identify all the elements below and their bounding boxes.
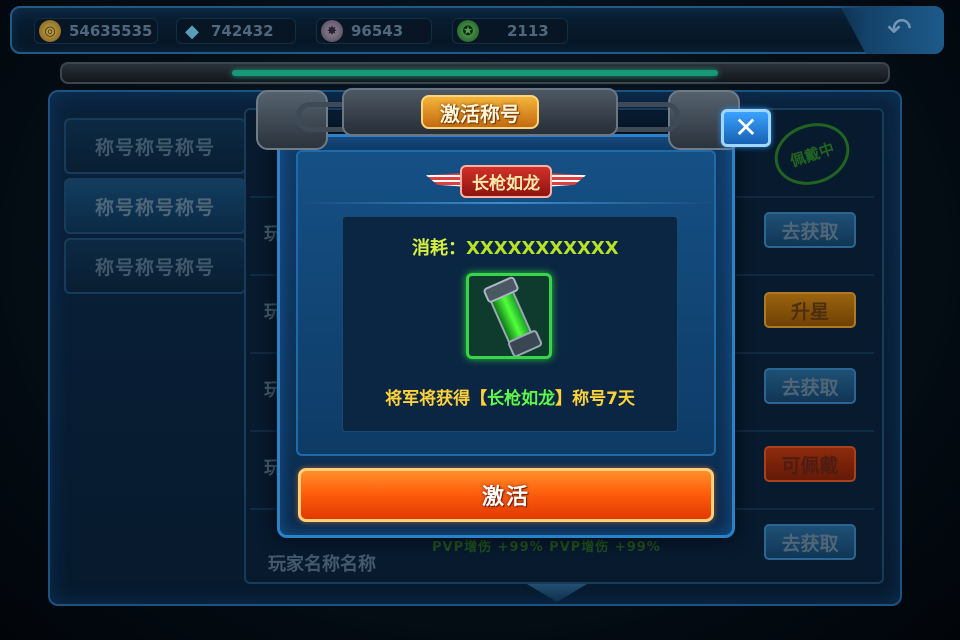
desc-title-name: 长枪如龙 bbox=[487, 389, 556, 409]
reward-description: 将军将获得【长枪如龙】称号7天 bbox=[342, 384, 678, 409]
title-name-banner: 长枪如龙 bbox=[426, 164, 586, 198]
close-button[interactable]: ✕ bbox=[721, 109, 771, 147]
activate-button[interactable]: 激活 bbox=[298, 468, 714, 522]
cost-value: XXXXXXXXXXX bbox=[466, 238, 619, 259]
desc-prefix: 将军将获得【 bbox=[385, 389, 488, 409]
dialog-header: 激活称号 bbox=[342, 88, 618, 136]
dialog-title: 激活称号 bbox=[421, 95, 539, 129]
divider bbox=[300, 202, 712, 204]
desc-suffix: 】称号7天 bbox=[555, 389, 635, 409]
green-vial-icon bbox=[485, 281, 537, 353]
cost-line: 消耗：XXXXXXXXXXX bbox=[412, 234, 619, 260]
close-icon: ✕ bbox=[734, 111, 758, 144]
item-slot[interactable] bbox=[466, 273, 552, 359]
cost-label: 消耗： bbox=[412, 238, 466, 259]
game-screen: ◎ 54635535 ◆ 742432 ✸ 96543 ✪ 2113 ↶ 称号称… bbox=[0, 0, 960, 640]
title-name: 长枪如龙 bbox=[460, 164, 552, 198]
